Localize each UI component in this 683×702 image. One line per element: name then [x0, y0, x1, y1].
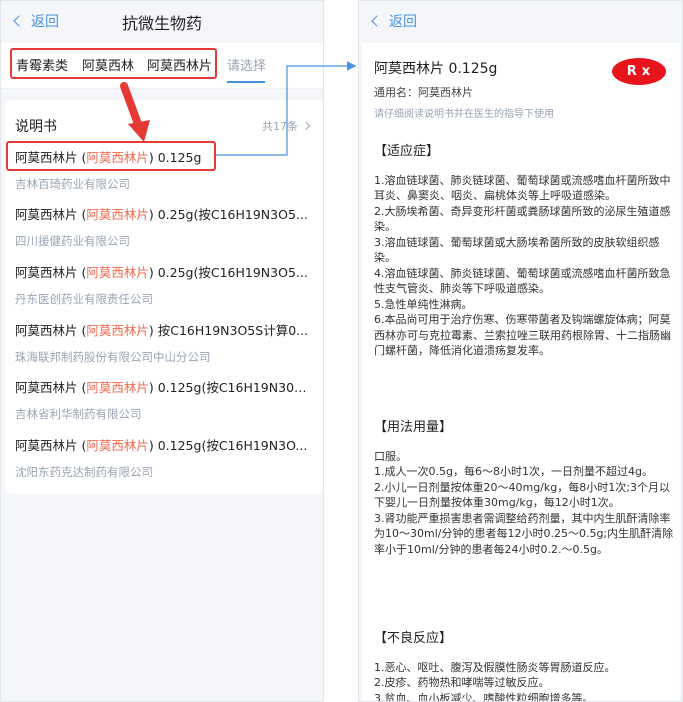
- item-maker: 丹东医创药业有限责任公司: [15, 292, 153, 306]
- item-maker: 吉林省利华制药有限公司: [15, 407, 142, 421]
- section-dosage: 【用法用量】 口服。 1.成人一次0.5g，每6～8小时1次，一日剂量不超过4g…: [374, 420, 674, 557]
- item-maker: 沈阳东药克达制药有限公司: [15, 465, 153, 479]
- item-name-prefix: 阿莫西林片 (: [15, 207, 87, 222]
- section-line: 3.贫血、血小板减少、嗜酸性粒细胞增多等。: [374, 691, 594, 702]
- list-count: 共17条: [262, 120, 298, 133]
- section-adverse-reactions: 【不良反应】 1.恶心、呕吐、腹泻及假膜性肠炎等胃肠道反应。 2.皮疹、药物热和…: [374, 631, 674, 702]
- item-name: 阿莫西林片 (阿莫西林片) 0.125g(按C16H19N305...: [15, 379, 313, 397]
- item-name-highlight: 阿莫西林片: [86, 380, 149, 395]
- category-tab-amoxicillin[interactable]: 阿莫西林: [82, 55, 134, 74]
- item-name-highlight: 阿莫西林片: [86, 323, 149, 338]
- section-indications: 【适应症】 1.溶血链球菌、肺炎链球菌、葡萄球菌或流感嗜血杆菌所致中耳炎、鼻窦炎…: [374, 144, 674, 359]
- right-nav-bar: 返回: [359, 1, 682, 43]
- item-name: 阿莫西林片 (阿莫西林片) 按C16H19N3O5S计算0...: [15, 322, 313, 340]
- section-line: 3.溶血链球菌、葡萄球菌或大肠埃希菌所致的皮肤软组织感染。: [374, 235, 660, 265]
- list-item[interactable]: 阿莫西林片 (阿莫西林片) 0.125g(按C16H19N305... 吉林省利…: [15, 379, 313, 421]
- right-screen: 返回 阿莫西林片 0.125g Rx 通用名：阿莫西林片 请仔细阅读说明书并在医…: [358, 0, 683, 702]
- chevron-left-icon: [371, 15, 383, 27]
- item-name-suffix: ) 0.125g(按C16H19N3O...: [148, 438, 308, 453]
- item-maker: 珠海联邦制药股份有限公司中山分公司: [15, 350, 211, 364]
- leaflet-detail: 阿莫西林片 0.125g Rx 通用名：阿莫西林片 请仔细阅读说明书并在医生的指…: [362, 43, 680, 702]
- annotation-box-first-item: [6, 141, 216, 171]
- item-name-suffix: ) 0.125g(按C16H19N305...: [148, 380, 313, 395]
- rx-badge: Rx: [612, 58, 666, 85]
- item-name-prefix: 阿莫西林片 (: [15, 438, 87, 453]
- item-maker: 吉林百琦药业有限公司: [15, 177, 130, 191]
- item-name-highlight: 阿莫西林片: [86, 265, 149, 280]
- category-tab-amoxicillin-tablet[interactable]: 阿莫西林片: [147, 55, 212, 74]
- section-heading: 【不良反应】: [374, 631, 453, 646]
- category-tab-penicillin[interactable]: 青霉素类: [16, 55, 68, 74]
- section-line: 1.恶心、呕吐、腹泻及假膜性肠炎等胃肠道反应。: [374, 660, 616, 674]
- category-bar: 青霉素类 阿莫西林 阿莫西林片 请选择: [1, 43, 323, 89]
- section-line: 1.溶血链球菌、肺炎链球菌、葡萄球菌或流感嗜血杆菌所致中耳炎、鼻窦炎、咽炎、扁桃…: [374, 173, 671, 203]
- item-name-highlight: 阿莫西林片: [86, 207, 149, 222]
- item-name-suffix: ) 0.25g(按C16H19N3O5...: [148, 207, 308, 222]
- section-line: 口服。: [374, 449, 407, 463]
- list-item[interactable]: 阿莫西林片 (阿莫西林片) 按C16H19N3O5S计算0... 珠海联邦制药股…: [15, 322, 313, 364]
- list-title: 说明书: [15, 119, 57, 135]
- active-tab-underline: [227, 81, 265, 83]
- item-name: 阿莫西林片 (阿莫西林片) 0.25g(按C16H19N3O5...: [15, 264, 313, 282]
- category-tab-choose[interactable]: 请选择: [227, 55, 266, 74]
- item-name-prefix: 阿莫西林片 (: [15, 323, 87, 338]
- section-line: 5.急性单纯性淋病。: [374, 297, 473, 311]
- chevron-right-icon: [301, 121, 311, 131]
- section-line: 4.溶血链球菌、肺炎链球菌、葡萄球菌或流感嗜血杆菌所致急性支气管炎、肺炎等下呼吸…: [374, 266, 671, 296]
- section-line: 2.小儿一日剂量按体重20～40mg/kg，每8小时1次;3个月以下婴儿一日剂量…: [374, 480, 670, 510]
- section-line: 1.成人一次0.5g，每6～8小时1次，一日剂量不超过4g。: [374, 465, 653, 478]
- left-screen: 返回 抗微生物药 青霉素类 阿莫西林 阿莫西林片 请选择 说明书 共17条 阿莫…: [0, 0, 324, 702]
- item-name-highlight: 阿莫西林片: [86, 438, 149, 453]
- section-line: 6.本品尚可用于治疗伤寒、伤寒带菌者及钩端螺旋体病；阿莫西林亦可与克拉霉素、兰索…: [374, 313, 671, 357]
- section-heading: 【适应症】: [374, 144, 440, 159]
- page-title: 抗微生物药: [121, 14, 202, 33]
- item-maker: 四川援健药业有限公司: [15, 234, 130, 248]
- back-label: 返回: [389, 14, 417, 30]
- item-name: 阿莫西林片 (阿莫西林片) 0.125g(按C16H19N3O...: [15, 437, 313, 455]
- list-item[interactable]: 阿莫西林片 (阿莫西林片) 0.25g(按C16H19N3O5... 四川援健药…: [15, 206, 313, 248]
- back-button[interactable]: 返回: [371, 11, 417, 31]
- list-item[interactable]: 阿莫西林片 (阿莫西林片) 0.125g(按C16H19N3O... 沈阳东药克…: [15, 437, 313, 479]
- section-heading: 【用法用量】: [374, 420, 453, 435]
- usage-tip: 请仔细阅读说明书并在医生的指导下使用: [374, 109, 554, 120]
- item-name-suffix: ) 0.25g(按C16H19N3O5...: [148, 265, 308, 280]
- item-name: 阿莫西林片 (阿莫西林片) 0.25g(按C16H19N3O5...: [15, 206, 313, 224]
- section-line: 2.皮疹、药物热和哮喘等过敏反应。: [374, 676, 550, 689]
- list-count-link[interactable]: 共17条: [262, 118, 311, 134]
- section-line: 3.肾功能严重损害患者需调整给药剂量，其中内生肌酐清除率为10～30ml/分钟的…: [374, 511, 674, 556]
- item-name-prefix: 阿莫西林片 (: [15, 265, 87, 280]
- item-name-suffix: ) 按C16H19N3O5S计算0...: [148, 323, 309, 338]
- left-nav-bar: 返回 抗微生物药: [1, 1, 323, 43]
- generic-name: 通用名：阿莫西林片: [374, 86, 473, 99]
- section-line: 2.大肠埃希菌、奇异变形杆菌或粪肠球菌所致的泌尿生殖道感染。: [374, 204, 671, 234]
- drug-title: 阿莫西林片 0.125g: [374, 61, 498, 77]
- list-item[interactable]: 阿莫西林片 (阿莫西林片) 0.25g(按C16H19N3O5... 丹东医创药…: [15, 264, 313, 306]
- item-name-prefix: 阿莫西林片 (: [15, 380, 87, 395]
